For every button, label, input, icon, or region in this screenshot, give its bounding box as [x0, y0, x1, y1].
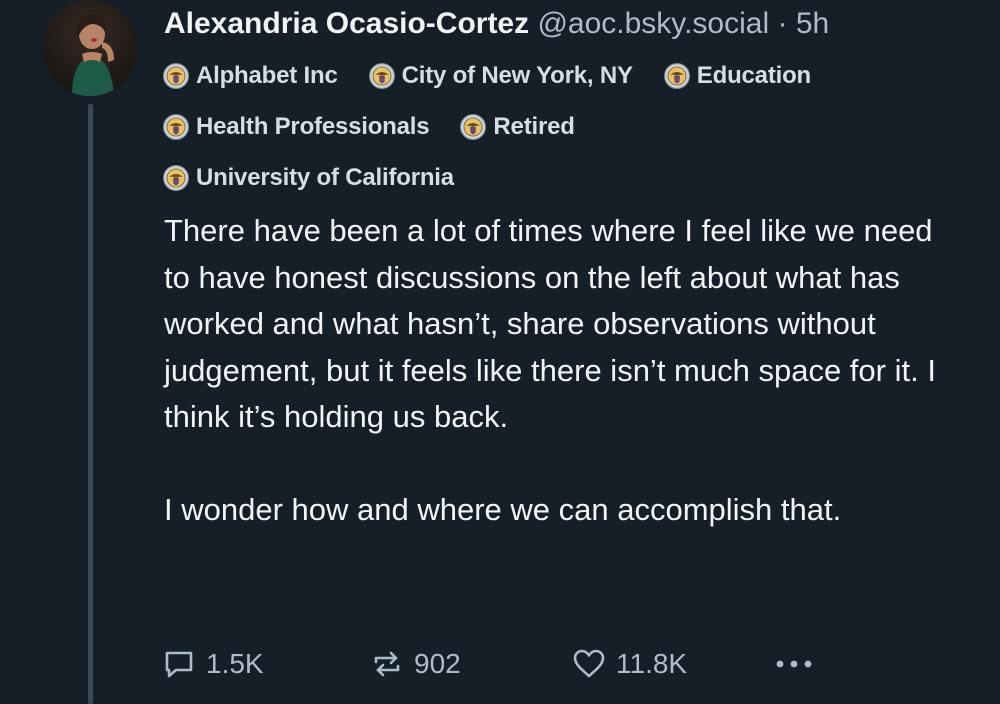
like-count: 11.8K	[616, 648, 688, 679]
post-paragraph: I wonder how and where we can accomplish…	[164, 492, 842, 527]
seal-icon	[163, 63, 189, 89]
author-name[interactable]: Alexandria Ocasio-Cortez	[164, 7, 529, 40]
repost-button[interactable]: 902	[370, 640, 461, 688]
like-button[interactable]: 11.8K	[572, 640, 687, 688]
label-city-of-new-york[interactable]: City of New York, NY	[368, 62, 633, 90]
label-university-of-california[interactable]: University of California	[162, 164, 454, 192]
post-header: Alexandria Ocasio-Cortez @aoc.bsky.socia…	[164, 6, 829, 42]
post-body: There have been a lot of times where I f…	[164, 208, 964, 534]
seal-icon	[163, 165, 189, 191]
seal-icon	[663, 63, 690, 89]
repost-icon	[374, 651, 400, 677]
label-alphabet[interactable]: Alphabet Inc	[162, 62, 338, 90]
reply-count: 1.5K	[206, 648, 264, 679]
seal-icon	[460, 114, 487, 140]
more-icon	[776, 660, 812, 668]
label-education[interactable]: Education	[663, 62, 811, 90]
label-health-professionals[interactable]: Health Professionals	[162, 113, 430, 141]
reply-button[interactable]: 1.5K	[162, 640, 264, 688]
heart-icon	[573, 649, 605, 678]
label-text: University of California	[196, 164, 454, 191]
label-retired[interactable]: Retired	[459, 113, 575, 141]
author-handle[interactable]: @aoc.bsky.social	[537, 7, 769, 40]
labels-container: Alphabet Inc City of New York, NY Educat…	[162, 56, 841, 198]
post-timestamp[interactable]: 5h	[796, 7, 829, 40]
label-text: City of New York, NY	[401, 62, 633, 89]
labels-row: Alphabet Inc City of New York, NY Educat…	[162, 56, 841, 96]
thread-line	[88, 104, 93, 704]
labels-row: Health Professionals Retired	[162, 107, 841, 147]
labels-row: University of California	[162, 158, 841, 198]
avatar[interactable]	[42, 0, 138, 96]
seal-icon	[368, 63, 395, 89]
label-text: Education	[696, 62, 812, 89]
label-text: Alphabet Inc	[196, 62, 338, 89]
label-text: Retired	[493, 113, 575, 140]
seal-icon	[163, 114, 189, 140]
repost-count: 902	[414, 648, 461, 679]
separator-dot: ·	[777, 7, 788, 40]
post-paragraph: There have been a lot of times where I f…	[164, 213, 936, 434]
more-options-button[interactable]	[774, 640, 824, 688]
post-actions: 1.5K 902 11.8K	[162, 640, 842, 688]
label-text: Health Professionals	[196, 113, 430, 140]
reply-icon	[165, 651, 193, 678]
